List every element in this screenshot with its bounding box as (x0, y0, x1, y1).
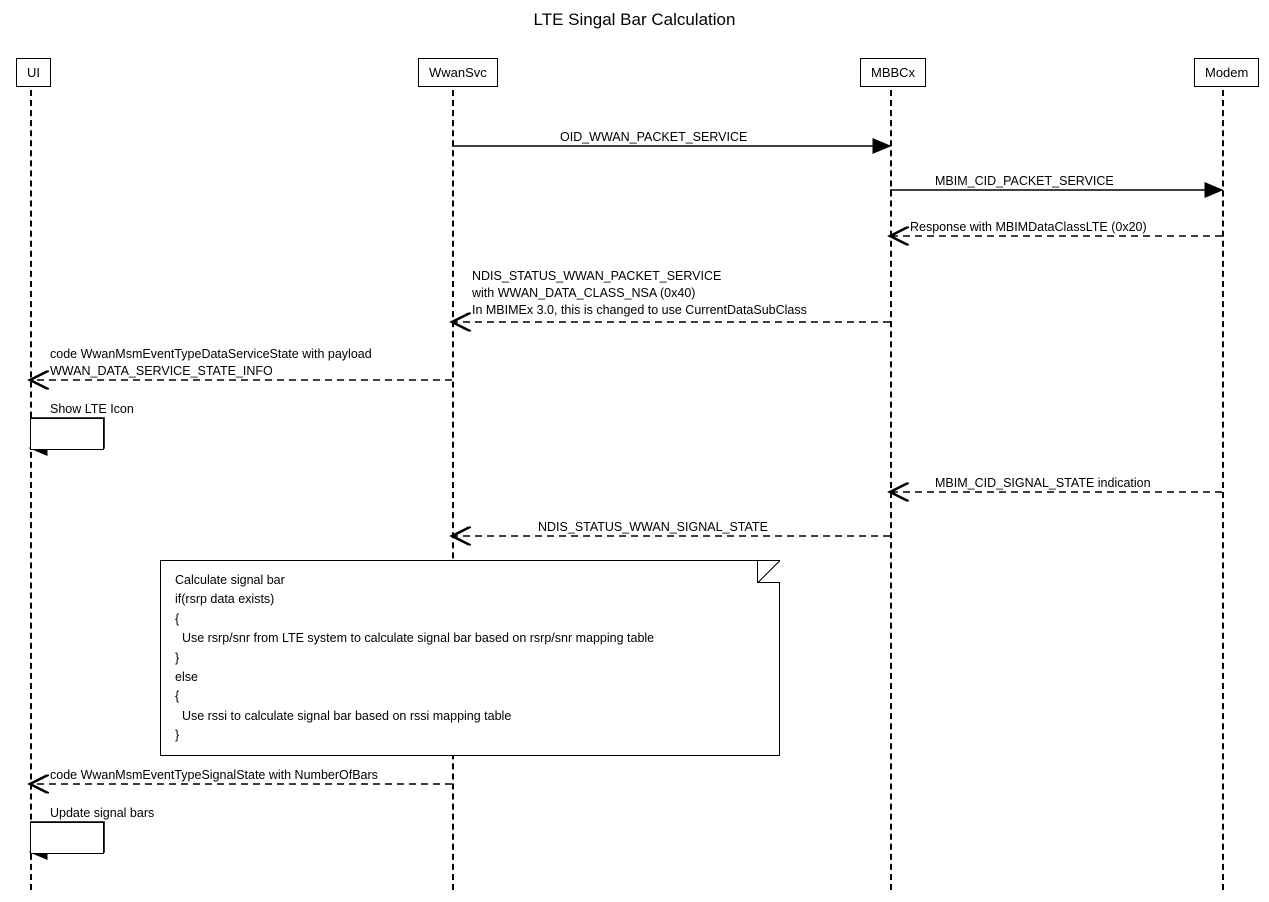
msg-data-service-state-l2: WWAN_DATA_SERVICE_STATE_INFO (50, 364, 273, 378)
actor-wwansvc: WwanSvc (418, 58, 498, 87)
note-calculate-signal-bar: Calculate signal bar if(rsrp data exists… (160, 560, 780, 756)
lifeline-ui (30, 90, 32, 890)
msg-ndis-packet-service-l3: In MBIMEx 3.0, this is changed to use Cu… (472, 303, 807, 317)
msg-data-service-state: code WwanMsmEventTypeDataServiceState wi… (50, 346, 372, 380)
note-l9: } (175, 728, 179, 742)
lifeline-wwansvc (452, 90, 454, 890)
msg-signal-state-bars: code WwanMsmEventTypeSignalState with Nu… (50, 767, 378, 784)
actor-ui: UI (16, 58, 51, 87)
msg-ndis-packet-service-l2: with WWAN_DATA_CLASS_NSA (0x40) (472, 286, 695, 300)
note-l2: if(rsrp data exists) (175, 592, 274, 606)
msg-ndis-packet-service: NDIS_STATUS_WWAN_PACKET_SERVICE with WWA… (472, 268, 807, 319)
lifeline-modem (1222, 90, 1224, 890)
actor-mbbcx: MBBCx (860, 58, 926, 87)
diagram-title: LTE Singal Bar Calculation (0, 10, 1269, 30)
msg-mbim-packet-service: MBIM_CID_PACKET_SERVICE (935, 173, 1114, 190)
note-l7: { (175, 689, 179, 703)
note-l8: Use rssi to calculate signal bar based o… (175, 709, 511, 723)
msg-mbim-signal-state: MBIM_CID_SIGNAL_STATE indication (935, 475, 1151, 492)
note-l5: } (175, 651, 179, 665)
self-activation-show-lte (30, 418, 104, 450)
msg-show-lte-icon: Show LTE Icon (50, 401, 134, 418)
msg-ndis-packet-service-l1: NDIS_STATUS_WWAN_PACKET_SERVICE (472, 269, 721, 283)
lifeline-mbbcx (890, 90, 892, 890)
note-fold-corner (757, 560, 780, 583)
msg-data-service-state-l1: code WwanMsmEventTypeDataServiceState wi… (50, 347, 372, 361)
note-l1: Calculate signal bar (175, 573, 285, 587)
note-l6: else (175, 670, 198, 684)
msg-update-signal-bars: Update signal bars (50, 805, 154, 822)
msg-ndis-signal-state: NDIS_STATUS_WWAN_SIGNAL_STATE (538, 519, 768, 536)
note-l4: Use rsrp/snr from LTE system to calculat… (175, 631, 654, 645)
msg-oid-packet-service: OID_WWAN_PACKET_SERVICE (560, 129, 747, 146)
self-activation-update-bars (30, 822, 104, 854)
msg-response-lte: Response with MBIMDataClassLTE (0x20) (910, 219, 1147, 236)
actor-modem: Modem (1194, 58, 1259, 87)
note-l3: { (175, 612, 179, 626)
sequence-diagram: LTE Singal Bar Calculation UI WwanSvc MB… (0, 0, 1269, 902)
